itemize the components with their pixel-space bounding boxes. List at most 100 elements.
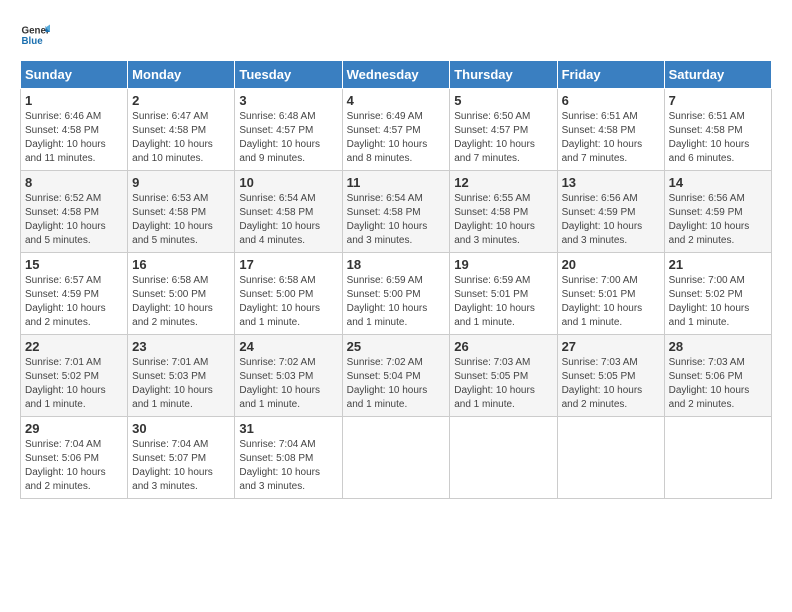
calendar-cell: 27 Sunrise: 7:03 AMSunset: 5:05 PMDaylig… xyxy=(557,335,664,417)
day-number: 30 xyxy=(132,421,230,436)
day-info: Sunrise: 6:49 AMSunset: 4:57 PMDaylight:… xyxy=(347,110,446,166)
calendar-cell: 16 Sunrise: 6:58 AMSunset: 5:00 PMDaylig… xyxy=(128,253,235,335)
day-number: 7 xyxy=(669,93,767,108)
calendar-table: SundayMondayTuesdayWednesdayThursdayFrid… xyxy=(20,60,772,499)
day-info: Sunrise: 6:59 AMSunset: 5:01 PMDaylight:… xyxy=(454,274,552,330)
day-info: Sunrise: 7:01 AMSunset: 5:02 PMDaylight:… xyxy=(25,356,123,412)
day-number: 23 xyxy=(132,339,230,354)
calendar-header-sunday: Sunday xyxy=(21,61,128,89)
calendar-cell: 2 Sunrise: 6:47 AMSunset: 4:58 PMDayligh… xyxy=(128,89,235,171)
calendar-cell: 29 Sunrise: 7:04 AMSunset: 5:06 PMDaylig… xyxy=(21,417,128,499)
day-number: 10 xyxy=(239,175,337,190)
calendar-cell: 4 Sunrise: 6:49 AMSunset: 4:57 PMDayligh… xyxy=(342,89,450,171)
day-number: 11 xyxy=(347,175,446,190)
day-number: 24 xyxy=(239,339,337,354)
day-info: Sunrise: 6:54 AMSunset: 4:58 PMDaylight:… xyxy=(347,192,446,248)
day-info: Sunrise: 6:59 AMSunset: 5:00 PMDaylight:… xyxy=(347,274,446,330)
day-info: Sunrise: 7:04 AMSunset: 5:06 PMDaylight:… xyxy=(25,438,123,494)
day-info: Sunrise: 7:02 AMSunset: 5:04 PMDaylight:… xyxy=(347,356,446,412)
calendar-cell: 25 Sunrise: 7:02 AMSunset: 5:04 PMDaylig… xyxy=(342,335,450,417)
calendar-week-row: 8 Sunrise: 6:52 AMSunset: 4:58 PMDayligh… xyxy=(21,171,772,253)
day-info: Sunrise: 7:00 AMSunset: 5:01 PMDaylight:… xyxy=(562,274,660,330)
calendar-cell: 10 Sunrise: 6:54 AMSunset: 4:58 PMDaylig… xyxy=(235,171,342,253)
day-info: Sunrise: 6:46 AMSunset: 4:58 PMDaylight:… xyxy=(25,110,123,166)
day-number: 18 xyxy=(347,257,446,272)
day-info: Sunrise: 6:54 AMSunset: 4:58 PMDaylight:… xyxy=(239,192,337,248)
calendar-cell: 6 Sunrise: 6:51 AMSunset: 4:58 PMDayligh… xyxy=(557,89,664,171)
calendar-cell: 14 Sunrise: 6:56 AMSunset: 4:59 PMDaylig… xyxy=(664,171,771,253)
calendar-week-row: 15 Sunrise: 6:57 AMSunset: 4:59 PMDaylig… xyxy=(21,253,772,335)
day-info: Sunrise: 6:55 AMSunset: 4:58 PMDaylight:… xyxy=(454,192,552,248)
calendar-week-row: 1 Sunrise: 6:46 AMSunset: 4:58 PMDayligh… xyxy=(21,89,772,171)
calendar-cell: 18 Sunrise: 6:59 AMSunset: 5:00 PMDaylig… xyxy=(342,253,450,335)
calendar-header-wednesday: Wednesday xyxy=(342,61,450,89)
day-number: 4 xyxy=(347,93,446,108)
day-info: Sunrise: 7:03 AMSunset: 5:05 PMDaylight:… xyxy=(562,356,660,412)
calendar-cell: 15 Sunrise: 6:57 AMSunset: 4:59 PMDaylig… xyxy=(21,253,128,335)
calendar-cell: 7 Sunrise: 6:51 AMSunset: 4:58 PMDayligh… xyxy=(664,89,771,171)
day-number: 16 xyxy=(132,257,230,272)
calendar-cell xyxy=(557,417,664,499)
calendar-week-row: 29 Sunrise: 7:04 AMSunset: 5:06 PMDaylig… xyxy=(21,417,772,499)
day-number: 5 xyxy=(454,93,552,108)
calendar-cell: 5 Sunrise: 6:50 AMSunset: 4:57 PMDayligh… xyxy=(450,89,557,171)
calendar-header-saturday: Saturday xyxy=(664,61,771,89)
day-info: Sunrise: 6:57 AMSunset: 4:59 PMDaylight:… xyxy=(25,274,123,330)
day-number: 19 xyxy=(454,257,552,272)
calendar-cell: 1 Sunrise: 6:46 AMSunset: 4:58 PMDayligh… xyxy=(21,89,128,171)
day-info: Sunrise: 6:47 AMSunset: 4:58 PMDaylight:… xyxy=(132,110,230,166)
calendar-cell: 26 Sunrise: 7:03 AMSunset: 5:05 PMDaylig… xyxy=(450,335,557,417)
day-number: 2 xyxy=(132,93,230,108)
calendar-header-row: SundayMondayTuesdayWednesdayThursdayFrid… xyxy=(21,61,772,89)
calendar-cell: 19 Sunrise: 6:59 AMSunset: 5:01 PMDaylig… xyxy=(450,253,557,335)
calendar-cell: 30 Sunrise: 7:04 AMSunset: 5:07 PMDaylig… xyxy=(128,417,235,499)
day-info: Sunrise: 7:02 AMSunset: 5:03 PMDaylight:… xyxy=(239,356,337,412)
day-number: 12 xyxy=(454,175,552,190)
day-info: Sunrise: 6:58 AMSunset: 5:00 PMDaylight:… xyxy=(132,274,230,330)
day-number: 9 xyxy=(132,175,230,190)
svg-text:Blue: Blue xyxy=(22,36,44,47)
calendar-cell: 12 Sunrise: 6:55 AMSunset: 4:58 PMDaylig… xyxy=(450,171,557,253)
day-info: Sunrise: 6:51 AMSunset: 4:58 PMDaylight:… xyxy=(669,110,767,166)
day-number: 17 xyxy=(239,257,337,272)
calendar-cell: 22 Sunrise: 7:01 AMSunset: 5:02 PMDaylig… xyxy=(21,335,128,417)
day-number: 20 xyxy=(562,257,660,272)
day-number: 21 xyxy=(669,257,767,272)
day-info: Sunrise: 6:52 AMSunset: 4:58 PMDaylight:… xyxy=(25,192,123,248)
calendar-header-monday: Monday xyxy=(128,61,235,89)
calendar-cell: 17 Sunrise: 6:58 AMSunset: 5:00 PMDaylig… xyxy=(235,253,342,335)
day-number: 28 xyxy=(669,339,767,354)
day-info: Sunrise: 7:03 AMSunset: 5:06 PMDaylight:… xyxy=(669,356,767,412)
day-number: 26 xyxy=(454,339,552,354)
day-info: Sunrise: 7:03 AMSunset: 5:05 PMDaylight:… xyxy=(454,356,552,412)
calendar-cell: 11 Sunrise: 6:54 AMSunset: 4:58 PMDaylig… xyxy=(342,171,450,253)
calendar-cell: 3 Sunrise: 6:48 AMSunset: 4:57 PMDayligh… xyxy=(235,89,342,171)
day-info: Sunrise: 7:00 AMSunset: 5:02 PMDaylight:… xyxy=(669,274,767,330)
calendar-cell: 8 Sunrise: 6:52 AMSunset: 4:58 PMDayligh… xyxy=(21,171,128,253)
day-info: Sunrise: 7:04 AMSunset: 5:07 PMDaylight:… xyxy=(132,438,230,494)
day-number: 15 xyxy=(25,257,123,272)
day-info: Sunrise: 7:04 AMSunset: 5:08 PMDaylight:… xyxy=(239,438,337,494)
day-number: 25 xyxy=(347,339,446,354)
day-info: Sunrise: 6:56 AMSunset: 4:59 PMDaylight:… xyxy=(669,192,767,248)
day-number: 31 xyxy=(239,421,337,436)
calendar-cell: 23 Sunrise: 7:01 AMSunset: 5:03 PMDaylig… xyxy=(128,335,235,417)
day-number: 22 xyxy=(25,339,123,354)
day-number: 1 xyxy=(25,93,123,108)
page-header: General Blue xyxy=(20,20,772,50)
day-info: Sunrise: 6:53 AMSunset: 4:58 PMDaylight:… xyxy=(132,192,230,248)
day-number: 13 xyxy=(562,175,660,190)
calendar-week-row: 22 Sunrise: 7:01 AMSunset: 5:02 PMDaylig… xyxy=(21,335,772,417)
calendar-cell: 13 Sunrise: 6:56 AMSunset: 4:59 PMDaylig… xyxy=(557,171,664,253)
day-number: 6 xyxy=(562,93,660,108)
day-number: 29 xyxy=(25,421,123,436)
day-info: Sunrise: 6:58 AMSunset: 5:00 PMDaylight:… xyxy=(239,274,337,330)
calendar-cell xyxy=(450,417,557,499)
calendar-cell: 31 Sunrise: 7:04 AMSunset: 5:08 PMDaylig… xyxy=(235,417,342,499)
calendar-cell: 21 Sunrise: 7:00 AMSunset: 5:02 PMDaylig… xyxy=(664,253,771,335)
calendar-cell xyxy=(342,417,450,499)
calendar-header-tuesday: Tuesday xyxy=(235,61,342,89)
day-number: 8 xyxy=(25,175,123,190)
calendar-cell: 20 Sunrise: 7:00 AMSunset: 5:01 PMDaylig… xyxy=(557,253,664,335)
day-info: Sunrise: 7:01 AMSunset: 5:03 PMDaylight:… xyxy=(132,356,230,412)
